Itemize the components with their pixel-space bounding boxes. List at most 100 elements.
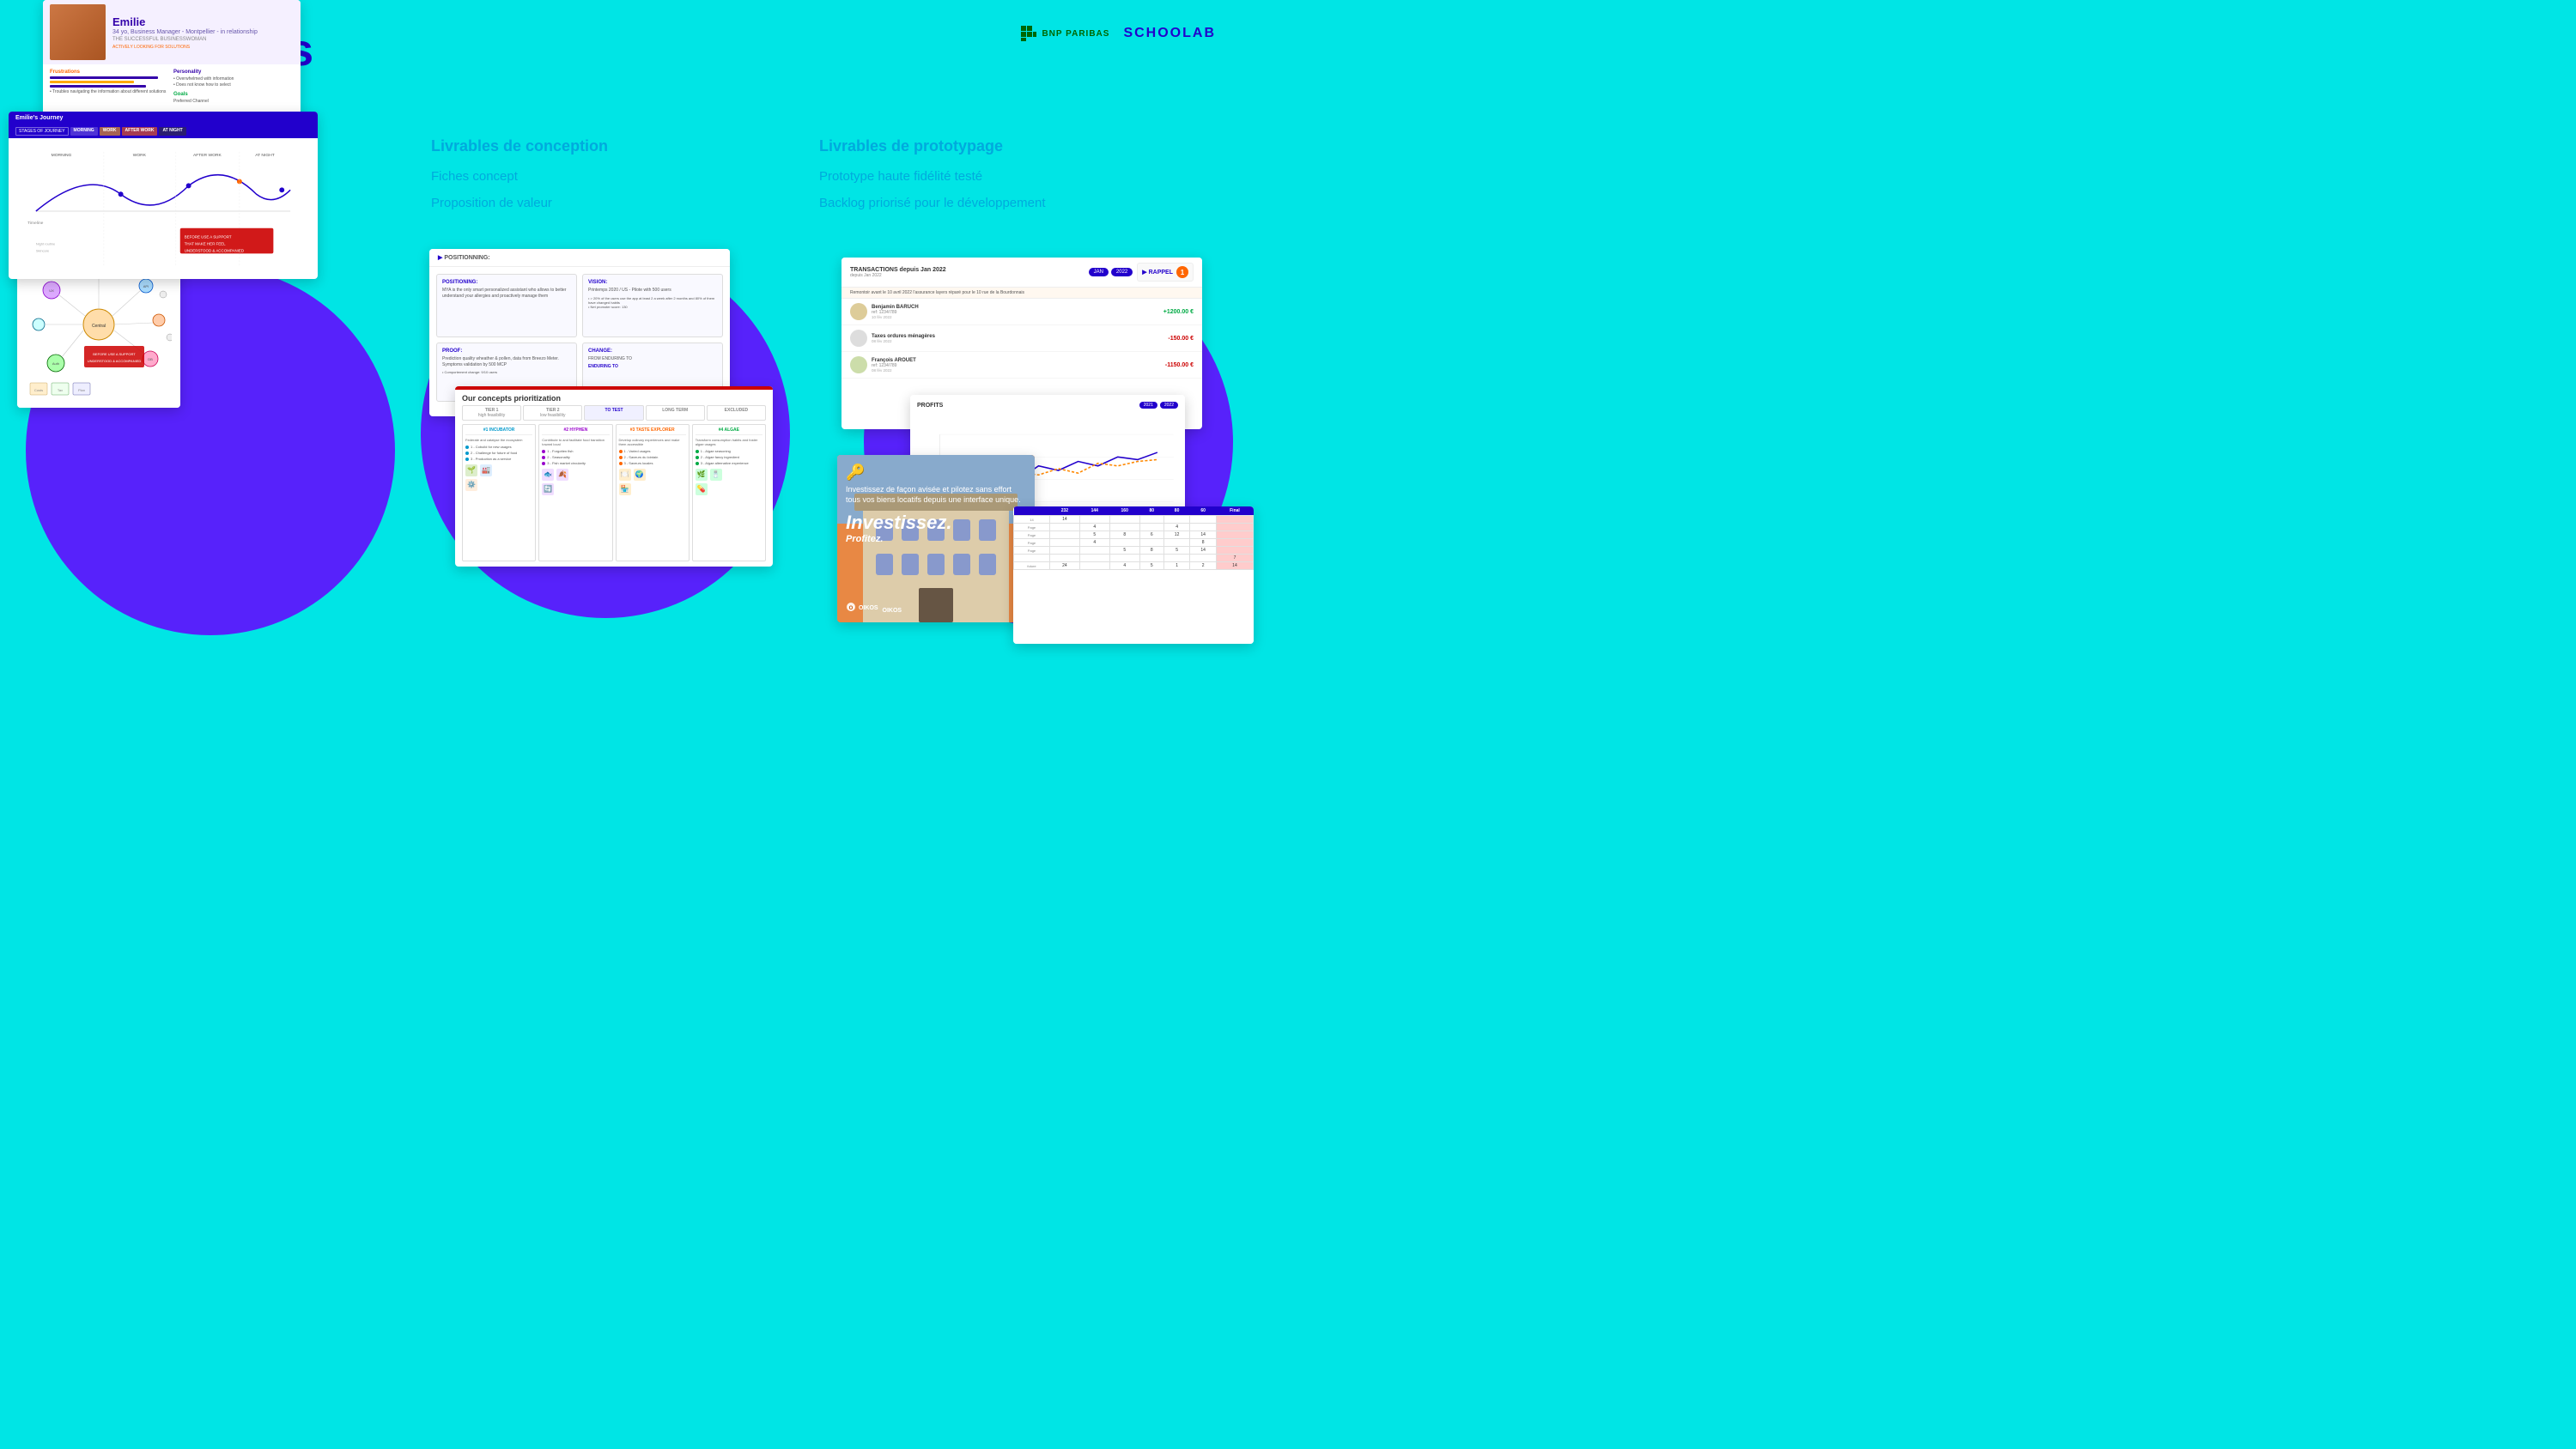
persona-photo — [50, 4, 106, 60]
col-item-prototypage-1: Backlog priorisé pour le développement — [819, 194, 1207, 212]
persona-name: Emilie — [112, 15, 294, 28]
incubator-item-3: 3 - Production as a service — [465, 457, 532, 461]
bnp-text: BNP PARIBAS — [1042, 29, 1109, 39]
col-header-2: 160 — [1109, 506, 1139, 516]
table-row: Page 5 8 6 12 14 — [1014, 531, 1254, 539]
tier-excluded: EXCLUDED — [707, 405, 766, 421]
table-row: 14 14 — [1014, 516, 1254, 524]
trans-avatar-2 — [850, 356, 867, 373]
trans-year-btn[interactable]: 2022 — [1111, 268, 1133, 276]
trans-avatar-0 — [850, 303, 867, 320]
taste-item-3: 3 - Saveurs locales — [619, 461, 686, 465]
trans-row-0: Benjamin BARUCH ref: 1234/789 10 fév 202… — [841, 299, 1202, 325]
positioning-text: MYA is the only smart personalized assis… — [442, 288, 571, 300]
svg-text:Costs: Costs — [34, 388, 43, 392]
concept-hyphen: #2 HYPHEN Contribute to and facilitate f… — [538, 424, 612, 561]
svg-text:AT NIGHT: AT NIGHT — [255, 153, 275, 158]
taste-item-1: 1 - Varied usages — [619, 449, 686, 453]
tier-long-term: LONG TERM — [646, 405, 705, 421]
table-row: future 24 4 5 1 2 14 — [1014, 562, 1254, 570]
chart-btn-2021[interactable]: 2021 — [1139, 402, 1157, 409]
svg-text:AFTER WORK: AFTER WORK — [193, 153, 222, 158]
svg-text:DB: DB — [148, 357, 153, 361]
svg-text:Plan: Plan — [78, 388, 85, 392]
tier-to-test: TO TEST — [584, 405, 643, 421]
svg-text:THAT MAKE HER FEEL: THAT MAKE HER FEEL — [185, 242, 226, 246]
col-header-4: 80 — [1163, 506, 1190, 516]
algae-item-2: 2 - Algae fancy ingredient — [696, 455, 762, 459]
card-journey: Emilie's Journey STAGES OF JOURNEY MORNI… — [9, 112, 318, 279]
col-header-5: 60 — [1190, 506, 1217, 516]
tier-2: TIER 2 low feasibility — [523, 405, 582, 421]
algae-item-3: 3 - Algae alternative experience — [696, 461, 762, 465]
vision-text: Printemps 2020 / US - Pilote with 500 us… — [588, 288, 717, 294]
col-item-conception-0: Fiches concept — [431, 167, 819, 185]
trans-amount-2: -1150.00 € — [1165, 362, 1194, 368]
proof-text: Prediction quality wheather & pollen, da… — [442, 356, 571, 368]
journey-title: Emilie's Journey — [15, 115, 63, 121]
invest-cta: Investissez. — [846, 512, 1026, 534]
concept-taste-explorer: #3 TASTE EXPLORER Develop culinary exper… — [616, 424, 690, 561]
svg-text:Tax: Tax — [58, 388, 63, 392]
card-investment: 🔑 Investissez de façon avisée et pilotez… — [837, 455, 1035, 622]
col-header-3: 80 — [1139, 506, 1163, 516]
svg-text:O: O — [849, 606, 854, 611]
card-spreadsheet: 232 144 160 80 80 60 Final 14 14 — [1013, 506, 1254, 644]
hyphen-item-1: 1 - Forgotten fish — [542, 449, 609, 453]
bnp-icon — [1021, 26, 1036, 41]
prio-title: Our concepts prioritization — [455, 390, 773, 405]
svg-text:WORK: WORK — [133, 153, 147, 158]
positioning-title: POSITIONNING: — [444, 255, 489, 261]
svg-text:UX: UX — [49, 288, 54, 293]
invest-sub-cta: Profitez. — [846, 534, 1026, 544]
svg-text:Timeline: Timeline — [27, 221, 44, 226]
col-header-0: 232 — [1049, 506, 1079, 516]
svg-text:UNDERSTOOD & ACCOMPANIED: UNDERSTOOD & ACCOMPANIED — [88, 359, 142, 363]
trans-jan-btn[interactable]: JAN — [1089, 268, 1109, 276]
col-header-6: Final — [1216, 506, 1253, 516]
chart-btn-2022[interactable]: 2022 — [1160, 402, 1178, 409]
persona-tag: THE SUCCESSFUL BUSINESSWOMAN — [112, 37, 294, 42]
trans-notif: 1 — [1176, 266, 1188, 278]
top-logos: BNP PARIBAS SCHOOLAB — [1021, 26, 1216, 41]
trans-amount-1: -150.00 € — [1168, 336, 1194, 342]
tier-1: TIER 1 high feasibility — [462, 405, 521, 421]
svg-text:BEFORE USE A SUPPORT: BEFORE USE A SUPPORT — [185, 235, 232, 239]
page-background: BNP PARIBAS SCHOOLAB Les livrables assoc… — [0, 0, 1250, 704]
bnp-logo: BNP PARIBAS — [1021, 26, 1109, 41]
invest-tagline: Investissez de façon avisée et pilotez s… — [846, 485, 1026, 505]
schoolab-text: SCHOOLAB — [1123, 26, 1216, 41]
persona-info: Emilie 34 yo, Business Manager - Montpel… — [112, 15, 294, 50]
col-title-prototypage: Livrables de prototypage — [819, 137, 1207, 155]
trans-avatar-1 — [850, 330, 867, 347]
incubator-item-1: 1 - Cobuild for new usages — [465, 445, 532, 449]
trans-row-1: Taxes ordures ménagères 08 fév 2022 -150… — [841, 325, 1202, 352]
svg-text:UNDERSTOOD & ACCOMPANIED: UNDERSTOOD & ACCOMPANIED — [185, 248, 244, 252]
chart-title: PROFITS — [917, 403, 943, 409]
svg-text:Auth: Auth — [52, 361, 59, 366]
algae-item-1: 1 - Algae seasoning — [696, 449, 762, 453]
svg-text:Skincare: Skincare — [36, 248, 50, 252]
table-row: Page 4 4 — [1014, 524, 1254, 531]
svg-text:Night routine: Night routine — [36, 242, 56, 246]
svg-text:MORNING: MORNING — [52, 153, 72, 158]
hyphen-item-3: 3 - Fish market circularity — [542, 461, 609, 465]
col-item-conception-1: Proposition de valeur — [431, 194, 819, 212]
spreadsheet-table: 232 144 160 80 80 60 Final 14 14 — [1013, 506, 1254, 570]
col-item-prototypage-0: Prototype haute fidélité testé — [819, 167, 1207, 185]
svg-text:Central: Central — [92, 324, 106, 329]
col-title-conception: Livrables de conception — [431, 137, 819, 155]
column-conception: Livrables de conception Fiches concept P… — [431, 137, 819, 221]
table-row: Page 4 8 — [1014, 539, 1254, 547]
trans-title: TRANSACTIONS depuis Jan 2022 — [850, 267, 946, 273]
table-row: Page 5 8 5 14 — [1014, 547, 1254, 555]
concept-algae: #4 ALGAE Transform consumption habits an… — [692, 424, 766, 561]
trans-row-2: François AROUET ref: 1234/789 08 fév 202… — [841, 352, 1202, 379]
column-prototypage: Livrables de prototypage Prototype haute… — [819, 137, 1207, 221]
svg-text:OIKOS: OIKOS — [859, 605, 878, 611]
persona-sub: 34 yo, Business Manager - Montpellier - … — [112, 29, 294, 35]
incubator-item-2: 2 - Challenge for future of food — [465, 451, 532, 455]
svg-text:BEFORE USE A SUPPORT: BEFORE USE A SUPPORT — [93, 352, 136, 356]
invest-logo: O OIKOS OIKOS — [846, 602, 902, 614]
concept-incubator: #1 INCUBATOR Federate and catalyse the e… — [462, 424, 536, 561]
